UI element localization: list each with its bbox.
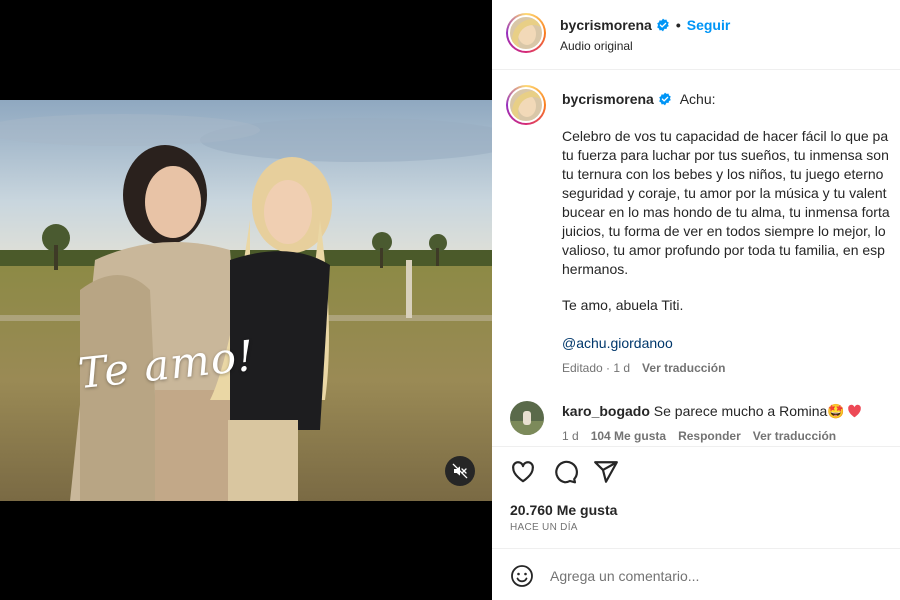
author-avatar[interactable] (506, 13, 546, 53)
follow-button[interactable]: Seguir (687, 17, 731, 33)
caption-username[interactable]: bycrismorena (562, 91, 654, 107)
see-translation-link[interactable]: Ver traducción (642, 361, 725, 375)
comment-likes[interactable]: 104 Me gusta (591, 429, 666, 443)
comment-meta: 1 d 104 Me gusta Responder Ver traducción (562, 429, 848, 443)
red-heart-icon (847, 404, 861, 418)
photo-scene (0, 100, 492, 501)
comment-text: Se parece mucho a Romina🤩 (653, 403, 845, 419)
audio-label[interactable]: Audio original (560, 39, 633, 53)
post-media: Te amo! (0, 0, 492, 600)
action-bar (492, 446, 900, 496)
verified-badge-icon (659, 92, 671, 106)
mute-icon (452, 463, 468, 479)
post-side-panel: bycrismorena • Seguir Audio original bycri… (492, 0, 900, 600)
caption-meta: Editado · 1 d Ver traducción (562, 361, 725, 375)
mention-link[interactable]: @achu.giordanoo (562, 335, 673, 351)
reply-button[interactable]: Responder (678, 429, 741, 443)
caption-section: bycrismorena Achu: Celebro de vos tu cap… (492, 71, 900, 446)
caption-signoff: Te amo, abuela Titi. (562, 297, 684, 313)
caption-author-avatar[interactable] (506, 85, 546, 125)
comment-time: 1 d (562, 429, 579, 443)
post-header: bycrismorena • Seguir Audio original (492, 0, 900, 70)
caption-header: bycrismorena Achu: (562, 91, 716, 107)
author-username[interactable]: bycrismorena (560, 17, 652, 33)
share-icon[interactable] (593, 459, 619, 485)
comment-text-row: karo_bogado Se parece mucho a Romina🤩 (562, 403, 862, 420)
comment-see-translation[interactable]: Ver traducción (753, 429, 836, 443)
post-timestamp: HACE UN DÍA (510, 522, 578, 533)
commenter-username[interactable]: karo_bogado (562, 403, 650, 419)
verified-badge-icon (657, 18, 669, 32)
mute-button[interactable] (445, 456, 475, 486)
comment-icon[interactable] (552, 459, 578, 485)
commenter-avatar[interactable] (510, 401, 544, 435)
caption-body: Celebro de vos tu capacidad de hacer fác… (562, 128, 890, 277)
heart-icon[interactable] (510, 459, 536, 485)
comment-item: karo_bogado Se parece mucho a Romina🤩 1 … (492, 397, 900, 446)
likes-count[interactable]: 20.760 Me gusta (510, 502, 617, 518)
header-title-row: bycrismorena • Seguir (560, 17, 730, 33)
add-comment-bar (492, 548, 900, 600)
edited-label: Editado · 1 d (562, 361, 631, 375)
comment-input[interactable] (550, 563, 880, 589)
post-photo[interactable]: Te amo! (0, 100, 492, 501)
separator-dot: • (675, 17, 681, 33)
caption-title: Achu: (679, 91, 716, 107)
emoji-icon[interactable] (510, 564, 534, 588)
